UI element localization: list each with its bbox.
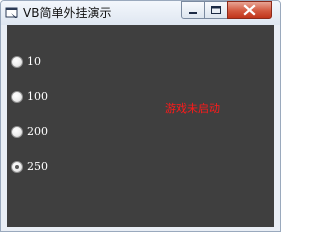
maximize-button[interactable] — [204, 1, 228, 19]
radio-button-10[interactable] — [11, 56, 23, 68]
minimize-icon — [189, 12, 197, 14]
app-window: VB简单外挂演示 10 100 200 250 游戏未启动 — [0, 0, 281, 232]
radio-label-200: 200 — [27, 125, 48, 138]
close-icon — [243, 4, 256, 16]
radio-label-250: 250 — [27, 160, 48, 173]
close-button[interactable] — [227, 1, 272, 19]
radio-label-10: 10 — [27, 55, 41, 68]
maximize-icon — [211, 6, 221, 14]
radio-button-100[interactable] — [11, 91, 23, 103]
title-bar[interactable]: VB简单外挂演示 — [1, 1, 280, 25]
radio-button-250[interactable] — [11, 161, 23, 173]
radio-button-200[interactable] — [11, 126, 23, 138]
radio-label-100: 100 — [27, 90, 48, 103]
window-title: VB简单外挂演示 — [23, 6, 112, 20]
minimize-button[interactable] — [181, 1, 205, 19]
game-status-label: 游戏未启动 — [165, 102, 220, 115]
form-client-area: 10 100 200 250 游戏未启动 — [7, 25, 274, 227]
app-window-icon[interactable] — [5, 6, 19, 19]
